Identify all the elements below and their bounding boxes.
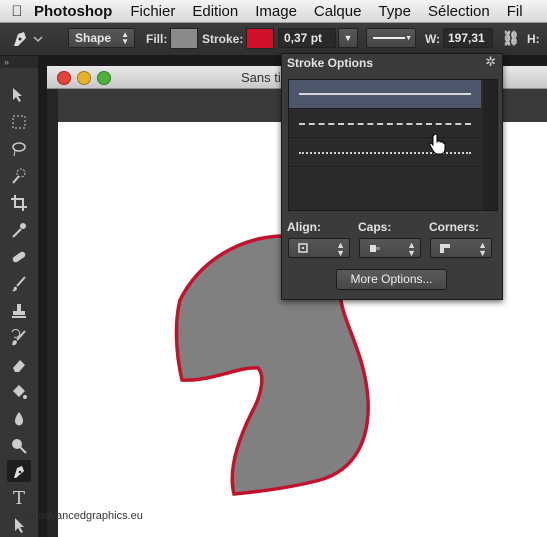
align-center-icon (298, 243, 308, 253)
butt-cap-icon (370, 245, 380, 252)
caps-select[interactable]: ▲ ▼ (359, 238, 421, 258)
caps-label: Caps: (358, 220, 392, 234)
align-label: Align: (287, 220, 321, 234)
stroke-type-list (288, 79, 498, 211)
solid-line-icon (299, 93, 471, 95)
stroke-options-popup: Stroke Options ✲ Align: Caps: Corners: ▲… (281, 53, 503, 300)
stroke-options-title: Stroke Options (287, 56, 374, 70)
watermark-text: www.advancedgraphics.eu (12, 510, 143, 522)
updown-arrows-icon: ▲ ▼ (478, 240, 487, 258)
stroke-type-dashed[interactable] (289, 109, 481, 138)
stroke-type-empty (289, 167, 481, 196)
align-select[interactable]: ▲ ▼ (288, 238, 350, 258)
stroke-type-dotted[interactable] (289, 138, 481, 167)
gear-icon[interactable]: ✲ (485, 54, 496, 70)
hand-cursor-icon (429, 133, 446, 155)
corners-label: Corners: (429, 220, 480, 234)
updown-arrows-icon: ▲ ▼ (336, 240, 345, 258)
stroke-type-solid[interactable] (289, 80, 481, 109)
more-options-button[interactable]: More Options... (336, 269, 447, 290)
updown-arrows-icon: ▲ ▼ (407, 240, 416, 258)
corners-select[interactable]: ▲ ▼ (430, 238, 492, 258)
stroke-list-scrollbar[interactable] (483, 80, 497, 210)
miter-join-icon (440, 244, 450, 253)
dashed-line-icon (299, 123, 471, 125)
